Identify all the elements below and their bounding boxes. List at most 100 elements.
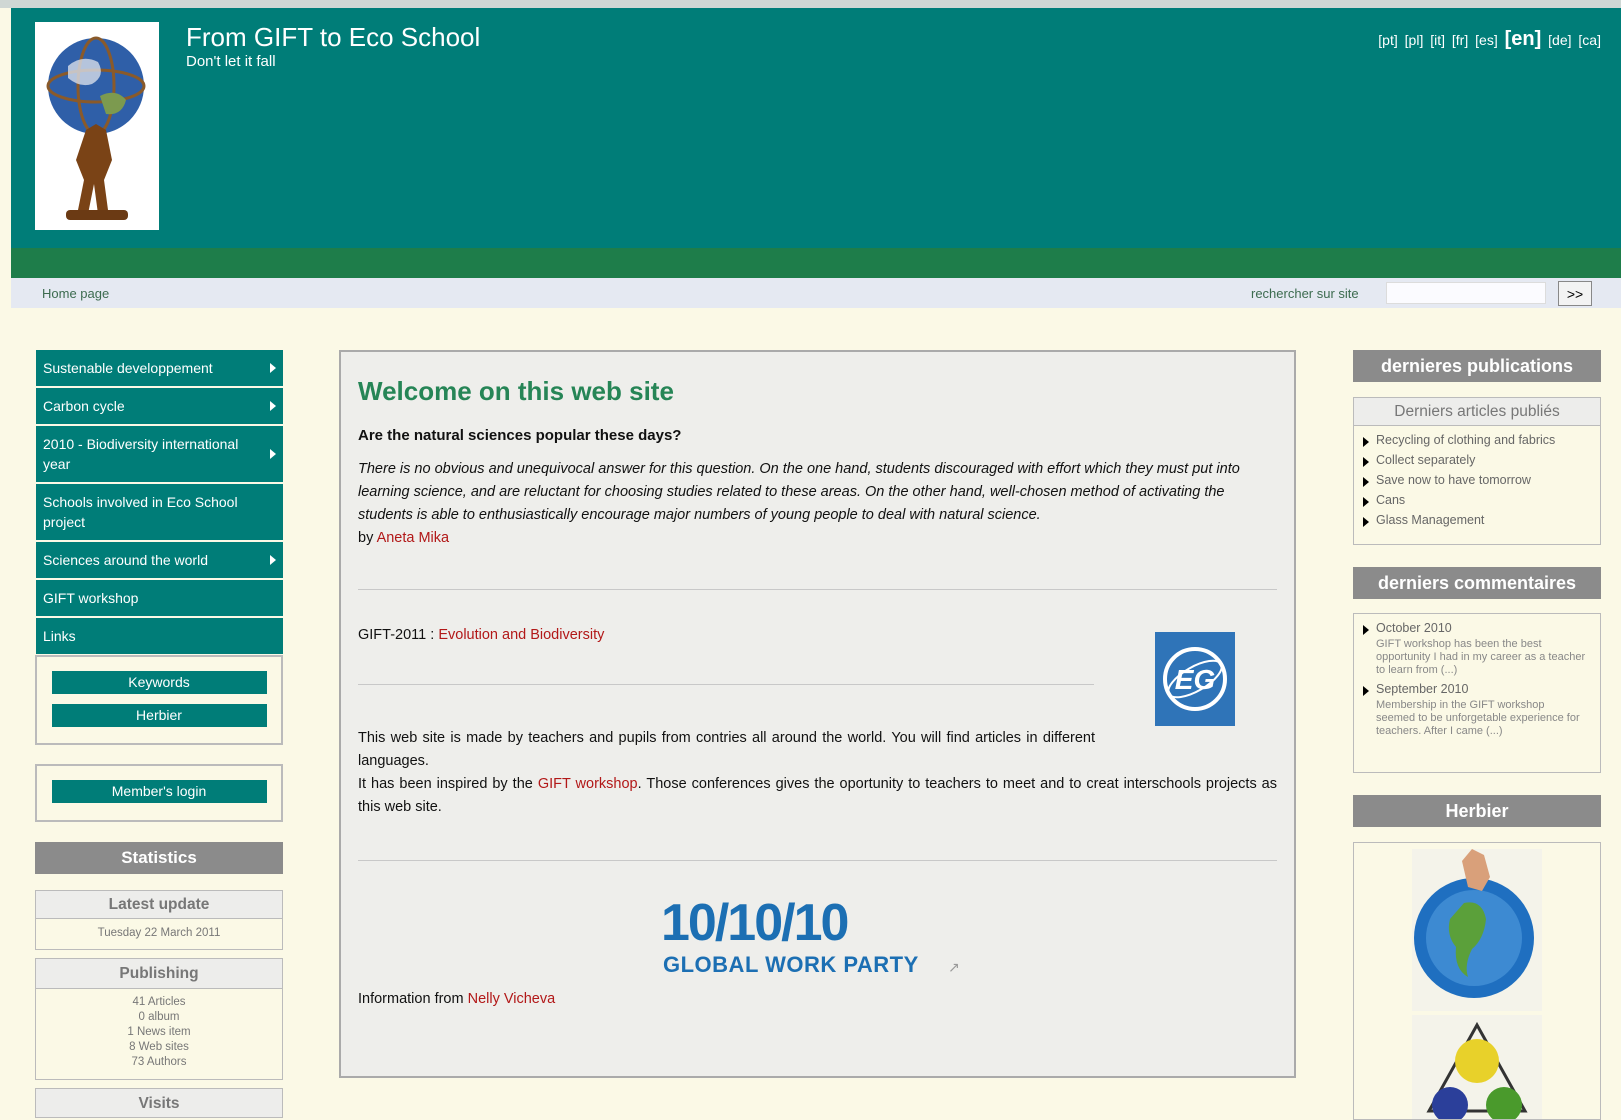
member-login-button[interactable]: Member's login [51, 780, 267, 803]
article-question: Are the natural sciences popular these d… [358, 427, 682, 444]
caret-right-icon [270, 401, 276, 411]
inspiration-paragraph: It has been inspired by the GIFT worksho… [358, 773, 1277, 819]
left-menu: Sustenable developpement Carbon cycle 20… [36, 350, 283, 656]
comment-date[interactable]: September 2010 [1354, 679, 1600, 699]
article-link[interactable]: Cans [1354, 490, 1600, 510]
menu-item-label: Sustenable developpement [43, 360, 213, 376]
latest-update-value: Tuesday 22 March 2011 [97, 927, 221, 939]
latest-articles-box: Derniers articles publiés Recycling of c… [1353, 397, 1601, 545]
menu-item-label: Links [43, 628, 76, 644]
lang-es[interactable]: [es] [1475, 32, 1498, 48]
information-line: Information from Nelly Vicheva [358, 991, 1277, 1007]
atlas-globe-icon [46, 36, 146, 220]
stat-websites: 8 Web sites [129, 1041, 189, 1053]
lang-fr[interactable]: [fr] [1452, 32, 1468, 48]
menu-item-label: Carbon cycle [43, 398, 125, 414]
egu-logo-text: EG [1175, 664, 1215, 695]
lang-ca[interactable]: [ca] [1578, 32, 1601, 48]
caret-right-icon [270, 449, 276, 459]
stat-album: 0 album [138, 1011, 180, 1023]
article-link[interactable]: Collect separately [1354, 450, 1600, 470]
caret-right-icon [270, 555, 276, 565]
site-logo[interactable] [35, 22, 159, 230]
language-selector: [pt] [pl] [it] [fr] [es] [en] [de] [ca] [1375, 28, 1601, 51]
lang-de[interactable]: [de] [1548, 32, 1571, 48]
publishing-title: Publishing [36, 959, 282, 989]
menu-item-label: 2010 - Biodiversity international year [43, 436, 239, 472]
latest-comments-title: derniers commentaires [1353, 567, 1601, 599]
stat-authors: 73 Authors [131, 1056, 187, 1068]
stat-articles: 41 Articles [132, 996, 186, 1008]
gift-section: GIFT-2011 : Evolution and Biodiversity E… [358, 590, 1277, 750]
menu-item-label: GIFT workshop [43, 590, 139, 606]
byline-prefix: by [358, 530, 374, 546]
menu-item-links[interactable]: Links [36, 618, 283, 654]
search-label: rechercher sur site [1251, 286, 1359, 301]
article-byline: by Aneta Mika [358, 530, 1277, 546]
menu-item-gift-workshop[interactable]: GIFT workshop [36, 580, 283, 616]
gift-prefix: GIFT-2011 : [358, 627, 435, 643]
latest-comments-list: October 2010 [1354, 618, 1600, 638]
publishing-box: Publishing 41 Articles 0 album 1 News it… [35, 958, 283, 1080]
information-prefix: Information from [358, 991, 464, 1007]
herbier-images[interactable] [1354, 843, 1601, 1120]
external-link-icon: ↗ [948, 959, 960, 975]
article-link[interactable]: Recycling of clothing and fabrics [1354, 430, 1600, 450]
top-strip [0, 0, 1621, 8]
page-title: Welcome on this web site [358, 376, 674, 406]
keywords-button[interactable]: Keywords [51, 671, 267, 694]
login-box: Member's login [35, 764, 283, 822]
lang-en[interactable]: [en] [1505, 28, 1542, 50]
comment-text: Membership in the GIFT workshop seemed t… [1376, 699, 1580, 737]
evolution-biodiversity-link[interactable]: Evolution and Biodiversity [438, 627, 604, 643]
latest-update-box: Latest update Tuesday 22 March 2011 [35, 890, 283, 950]
inspiration-text-a: It has been inspired by the [358, 776, 533, 792]
author-link-aneta-mika[interactable]: Aneta Mika [377, 530, 450, 546]
gift-workshop-link[interactable]: GIFT workshop [538, 776, 638, 792]
herbier-title: Herbier [1353, 795, 1601, 827]
egu-logo[interactable]: EG [1155, 632, 1235, 726]
menu-item-label: Schools involved in Eco School project [43, 494, 238, 530]
menu-item-carbon-cycle[interactable]: Carbon cycle [36, 388, 283, 424]
header-band [11, 248, 1621, 278]
latest-articles-title: Derniers articles publiés [1354, 398, 1600, 426]
lang-it[interactable]: [it] [1430, 32, 1445, 48]
lang-pt[interactable]: [pt] [1378, 32, 1397, 48]
banner-text: GLOBAL WORK PARTY [663, 952, 919, 977]
herbier-button[interactable]: Herbier [51, 704, 267, 727]
menu-item-schools-eco-school[interactable]: Schools involved in Eco School project [36, 484, 283, 540]
search-button[interactable]: >> [1558, 281, 1592, 306]
search-input[interactable] [1386, 282, 1546, 304]
home-page-link[interactable]: Home page [42, 286, 109, 301]
comment-date[interactable]: October 2010 [1354, 618, 1600, 638]
comment-text: GIFT workshop has been the best opportun… [1376, 638, 1586, 676]
lang-pl[interactable]: [pl] [1405, 32, 1424, 48]
menu-item-biodiversity-year[interactable]: 2010 - Biodiversity international year [36, 426, 283, 482]
caret-right-icon [270, 363, 276, 373]
author-link-nelly-vicheva[interactable]: Nelly Vicheva [468, 991, 556, 1007]
latest-articles-list: Recycling of clothing and fabrics Collec… [1354, 426, 1600, 530]
menu-item-sustenable-developpement[interactable]: Sustenable developpement [36, 350, 283, 386]
divider-short [358, 684, 1094, 685]
site-slogan: Don't let it fall [186, 53, 276, 70]
banner-numbers: 10/10/10 [661, 894, 849, 952]
latest-update-title: Latest update [36, 891, 282, 919]
herbier-box [1353, 842, 1601, 1120]
article-intro: There is no obvious and unequivocal answ… [358, 461, 1240, 523]
gift-line: GIFT-2011 : Evolution and Biodiversity [358, 627, 604, 643]
menu-item-label: Sciences around the world [43, 552, 208, 568]
latest-comments-box: October 2010 GIFT workshop has been the … [1353, 613, 1601, 773]
main-content: Welcome on this web site Are the natural… [339, 350, 1296, 1078]
article-link[interactable]: Save now to have tomorrow [1354, 470, 1600, 490]
stat-news: 1 News item [127, 1026, 191, 1038]
article-link[interactable]: Glass Management [1354, 510, 1600, 530]
latest-publications-title: dernieres publications [1353, 350, 1601, 382]
visits-title: Visits [35, 1088, 283, 1118]
egu-globe-icon: EG [1163, 647, 1227, 711]
site-title[interactable]: From GIFT to Eco School [186, 22, 480, 53]
statistics-title: Statistics [35, 842, 283, 874]
global-work-party-banner[interactable]: 10/10/10 GLOBAL WORK PARTY ↗ [358, 861, 1277, 981]
navbar: Home page rechercher sur site >> [11, 278, 1621, 308]
menu-item-sciences-around-world[interactable]: Sciences around the world [36, 542, 283, 578]
quick-links-box: Keywords Herbier [35, 655, 283, 745]
